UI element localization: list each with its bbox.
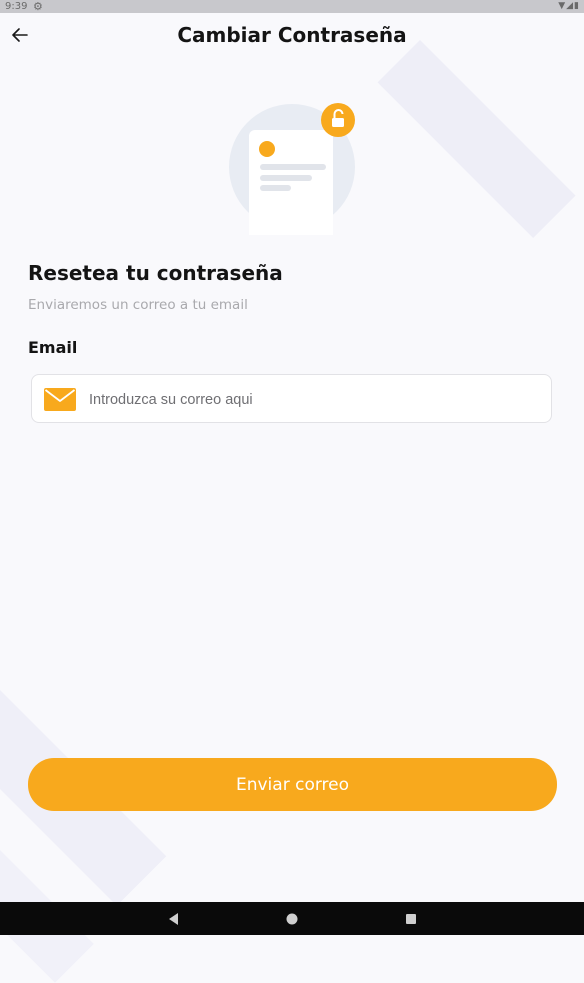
status-time: 9:39	[5, 1, 28, 12]
envelope-icon	[44, 388, 76, 411]
page-title: Cambiar Contraseña	[177, 23, 407, 47]
nav-back-icon[interactable]	[165, 910, 183, 928]
unlock-icon	[321, 103, 355, 137]
email-field[interactable]	[31, 374, 552, 423]
email-input[interactable]	[87, 383, 541, 417]
section-subheading: Enviaremos un correo a tu email	[28, 297, 248, 313]
status-bar: 9:39 ⚙ ▼◢▮	[0, 0, 584, 13]
reset-password-illustration	[229, 103, 355, 235]
settings-icon: ⚙	[33, 0, 43, 13]
signal-battery-icons: ▼◢▮	[558, 1, 580, 11]
email-label: Email	[28, 338, 78, 357]
nav-home-icon[interactable]	[283, 910, 301, 928]
background-decoration	[377, 40, 576, 238]
system-navigation-bar	[0, 902, 584, 935]
send-email-button[interactable]: Enviar correo	[28, 758, 557, 811]
nav-recents-icon[interactable]	[402, 910, 420, 928]
section-heading: Resetea tu contraseña	[28, 261, 283, 285]
